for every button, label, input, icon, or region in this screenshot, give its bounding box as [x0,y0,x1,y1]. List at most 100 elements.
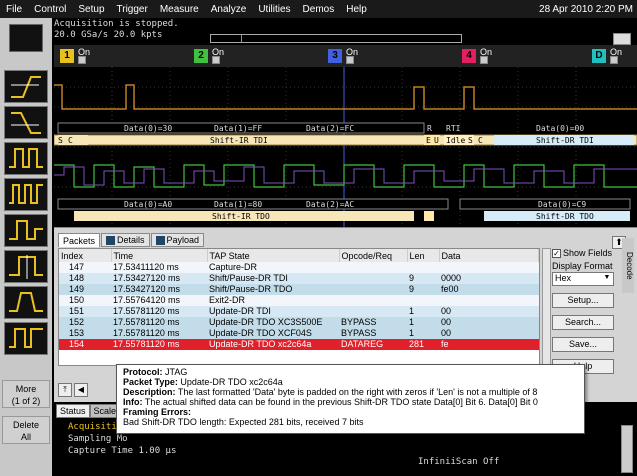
search-button[interactable]: Search... [552,315,614,330]
menu-setup[interactable]: Setup [72,4,110,15]
show-fields-checkbox[interactable]: ✓ [552,248,561,258]
bus2-data0-label: Data(0)=A0 [124,200,172,209]
bus2-data2-label: Data(2)=AC [306,200,354,209]
menu-file[interactable]: File [0,4,28,15]
cell-data: 00 [439,328,539,339]
tooltip-info: Info: The actual shifted data can be fou… [123,397,578,407]
pulse-width-trigger-button[interactable] [4,142,48,175]
channel-3-checkbox[interactable] [346,56,354,64]
column-len[interactable]: Len [407,249,440,262]
cell-opcode: BYPASS [339,317,407,328]
channel-2-button[interactable]: 2 [194,49,208,63]
setup-button[interactable]: Setup... [552,293,614,308]
prev-packet-button[interactable]: ◀ [74,383,88,397]
cell-data [439,262,539,273]
table-row[interactable]: 152 17.55781120 ms Update-DR TDO XC3S500… [59,317,539,328]
pulse-icon [9,148,43,168]
rising-edge-trigger-button[interactable] [4,70,48,103]
table-row[interactable]: 149 17.53427120 ms Shift/Pause-DR TDO 9 … [59,284,539,295]
cell-time: 17.53427120 ms [111,273,207,284]
first-packet-button[interactable]: ⤒ [58,383,72,397]
datetime: 28 Apr 2010 2:20 PM [539,3,633,15]
tab-status[interactable]: Status [56,404,90,418]
tooltip-framing-errors: Framing Errors: [123,407,578,417]
channel-2-checkbox[interactable] [212,56,220,64]
cell-state: Shift/Pause-DR TDI [207,273,339,284]
left-toolbar: More (1 of 2) Delete All [0,18,52,476]
tab-details[interactable]: Details [101,233,150,247]
waveform-display[interactable]: Data(0)=30 Data(1)=FF Data(2)=FC R RTI D… [54,67,637,227]
cell-data: 0000 [439,273,539,284]
waveform-svg: Data(0)=30 Data(1)=FF Data(2)=FC R RTI D… [54,67,637,227]
bus1-data2-label: Data(2)=FC [306,124,354,133]
runt-trigger-button[interactable] [4,214,48,247]
table-row[interactable]: 147 17.53411120 ms Capture-DR [59,262,539,273]
cell-opcode [339,306,407,317]
column-index[interactable]: Index [59,249,112,262]
cell-len: 9 [407,284,439,295]
decode-side-tab[interactable]: Decode [622,238,634,293]
menu-utilities[interactable]: Utilities [252,4,296,15]
acquisition-info: Acquisition is stopped. 20.0 GSa/s 20.0 … [54,19,214,41]
falling-edge-trigger-button[interactable] [4,106,48,139]
bus1-e-label: E [426,136,431,145]
menu-measure[interactable]: Measure [154,4,205,15]
memory-scrollbar[interactable] [210,34,462,43]
digital-channel-button[interactable]: D [592,49,606,63]
cell-state: Update-DR TDO XC3S500E [207,317,339,328]
channel-4-button[interactable]: 4 [462,49,476,63]
menu-help[interactable]: Help [340,4,373,15]
tab-payload[interactable]: Payload [150,233,205,247]
channel-1-button[interactable]: 1 [60,49,74,63]
table-row-selected[interactable]: 154 17.55781120 ms Update-DR TDO xc2c64a… [59,339,539,350]
payload-icon [155,235,165,245]
menu-demos[interactable]: Demos [297,4,341,15]
cell-index: 149 [59,284,111,295]
bus1-r-label: R [427,124,432,133]
bus2-shift-dr-tdo-label: Shift-DR TDO [536,212,594,221]
show-fields-label: Show Fields [563,248,613,258]
channel-4-trace [54,166,637,186]
scope-window: File Control Setup Trigger Measure Analy… [0,0,637,476]
period-trigger-button[interactable] [4,178,48,211]
save-button[interactable]: Save... [552,337,614,352]
menu-analyze[interactable]: Analyze [205,4,253,15]
menu-control[interactable]: Control [28,4,72,15]
column-data[interactable]: Data [439,249,539,262]
delete-all-button[interactable]: Delete All [2,416,50,444]
table-row[interactable]: 151 17.55781120 ms Update-DR TDI 1 00 [59,306,539,317]
cell-len: 1 [407,317,439,328]
column-tap-state[interactable]: TAP State [207,249,340,262]
tooltip-framing-detail: Bad Shift-DR TDO length: Expected 281 bi… [123,417,364,427]
setup-hold-trigger-button[interactable] [4,250,48,283]
bus1-s-label: S [58,136,63,145]
more-button[interactable]: More (1 of 2) [2,380,50,408]
cell-index: 152 [59,317,111,328]
table-row[interactable]: 150 17.55764120 ms Exit2-DR [59,295,539,306]
status-scrollbar[interactable] [621,425,633,473]
channel-bar: 1 On 2 On 3 On 4 On D On [54,45,637,67]
bus1-shift-dr-tdi-label: Shift-DR TDI [536,136,594,145]
chevron-down-icon: ▼ [603,274,611,281]
table-row[interactable]: 153 17.55781120 ms Update-DR TDO XCF04S … [59,328,539,339]
channel-3-button[interactable]: 3 [328,49,342,63]
digital-checkbox[interactable] [610,56,618,64]
run-stop-indicator[interactable] [9,24,43,52]
transition-trigger-button[interactable] [4,286,48,319]
channel-1-checkbox[interactable] [78,56,86,64]
menu-trigger[interactable]: Trigger [111,4,154,15]
table-row[interactable]: 148 17.53427120 ms Shift/Pause-DR TDI 9 … [59,273,539,284]
display-format-select[interactable]: Hex ▼ [552,272,614,286]
minimize-button[interactable] [613,33,631,45]
tab-packets[interactable]: Packets [58,233,101,247]
bus2-shift-ir-tdo-label: Shift-IR TDO [212,212,270,221]
channel-4-checkbox[interactable] [480,56,488,64]
bus1-s2-label: S [468,136,473,145]
column-opcode[interactable]: Opcode/Req [339,249,408,262]
packets-table[interactable]: Index Time TAP State Opcode/Req Len Data… [58,248,540,366]
timeout-trigger-button[interactable] [4,322,48,355]
column-time[interactable]: Time [111,249,208,262]
cell-len [407,295,439,306]
cell-len: 9 [407,273,439,284]
table-scrollbar[interactable] [542,248,551,366]
